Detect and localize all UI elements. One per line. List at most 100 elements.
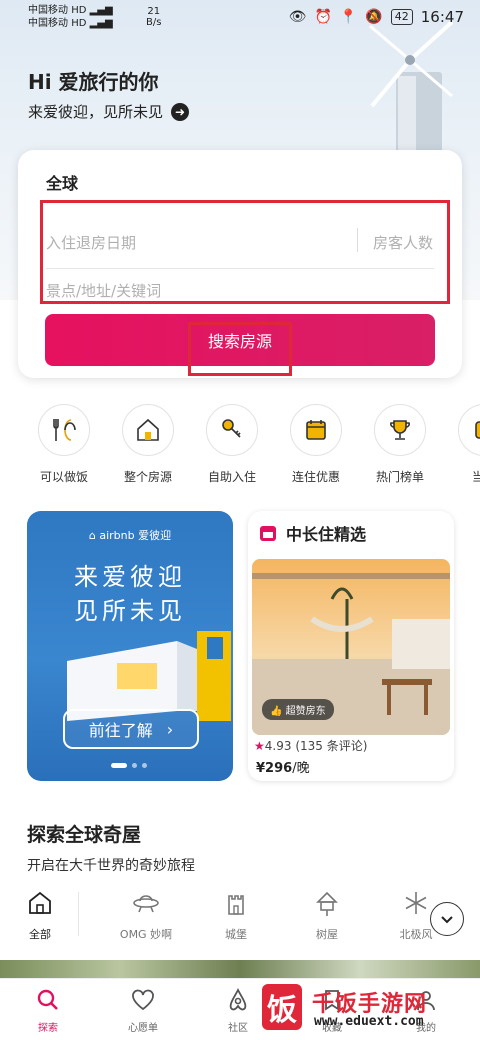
review-count: (135 条评论) — [295, 739, 368, 753]
snowflake-icon — [405, 892, 427, 914]
calendar-icon — [290, 404, 342, 456]
intro-link[interactable]: 来爱彼迎，见所未见 ➜ — [28, 101, 190, 122]
status-icons: 👁 ⏰ 📍 🔕 42 16:47 — [289, 8, 464, 26]
explore-tab-all[interactable]: 全部 — [0, 888, 80, 942]
learn-more-label: 前往了解 — [88, 721, 153, 740]
nav-label: 探索 — [38, 1023, 58, 1034]
search-icon — [37, 989, 58, 1010]
listing-preview-strip — [0, 960, 480, 978]
category-label: 整个房源 — [123, 470, 172, 484]
signal-icon: ▂▄▆ — [89, 5, 113, 16]
network-speed: 21 B/s — [146, 6, 161, 28]
hd-badge: HD — [71, 18, 87, 29]
chevron-right-icon: › — [166, 719, 174, 739]
explore-tab-treehouse[interactable]: 树屋 — [287, 888, 367, 942]
tab-divider — [78, 892, 79, 936]
carrier-1: 中国移动 — [28, 5, 68, 16]
ufo-icon — [133, 895, 159, 913]
nav-label: 社区 — [228, 1023, 248, 1034]
promo-brand: airbnb 爱彼迎 — [99, 529, 172, 542]
nav-wishlist[interactable]: 心愿单 — [113, 987, 173, 1034]
nav-explore[interactable]: 探索 — [18, 987, 78, 1034]
category-label: 热门榜单 — [375, 470, 424, 484]
category-top-list[interactable]: 热门榜单 — [358, 404, 442, 485]
nav-community[interactable]: 社区 — [208, 987, 268, 1034]
carousel-indicator — [111, 763, 147, 768]
promo-banner[interactable]: ⌂ airbnb 爱彼迎 来爱彼迎 见所未见 前往了解 › — [27, 511, 233, 781]
expand-tabs-button[interactable] — [430, 902, 464, 936]
long-stay-header: 中长住精选 — [258, 521, 366, 545]
carrier-info: 中国移动 HD ▂▄▆ 中国移动 HD ▂▄▆ — [28, 4, 113, 30]
price-value: ¥296 — [256, 761, 293, 776]
greeting-title: Hi 爱旅行的你 — [28, 70, 159, 94]
superhost-badge: 👍 超赞房东 — [262, 699, 334, 720]
category-label: 自助入住 — [207, 470, 256, 484]
windmill-illustration — [369, 20, 454, 160]
airbnb-home-screen: 中国移动 HD ▂▄▆ 中国移动 HD ▂▄▆ 21 B/s 👁 ⏰ 📍 🔕 4… — [0, 0, 480, 1040]
chevron-down-icon — [441, 916, 453, 924]
treehouse-icon — [316, 891, 338, 916]
long-stay-card[interactable]: 中长住精选 👍 超赞房东 ★4.93 (135 条评论) ¥296/晚 — [248, 511, 454, 781]
promo-headline-1: 来爱彼迎 — [74, 563, 186, 591]
listing-price: ¥296/晚 — [256, 757, 310, 776]
hd-badge: HD — [71, 5, 87, 16]
airbnb-brand-logo: ⌂ airbnb 爱彼迎 — [88, 529, 172, 542]
category-long-stay-discount[interactable]: 连住优惠 — [274, 404, 358, 485]
star-icon: ★ — [254, 739, 265, 753]
calendar-icon — [260, 526, 276, 541]
key-icon — [206, 404, 258, 456]
category-row: 可以做饭 整个房源 自助入住 连住优惠 热门榜单 当 — [22, 404, 480, 488]
carousel-dot — [132, 763, 137, 768]
explore-tab-label: OMG 妙啊 — [119, 928, 173, 941]
explore-tab-omg[interactable]: OMG 妙啊 — [106, 888, 186, 942]
battery-icon: 42 — [390, 9, 413, 25]
rating-value: 4.93 — [264, 739, 292, 753]
heart-icon — [132, 989, 154, 1011]
signal-icon: ▂▄▆ — [89, 18, 113, 29]
arrow-right-icon: ➜ — [171, 102, 190, 121]
local-icon — [458, 404, 480, 456]
explore-section-title: 探索全球奇屋 — [27, 824, 142, 846]
category-label: 可以做饭 — [39, 470, 88, 484]
airbnb-logo-icon — [229, 987, 247, 1011]
net-speed-unit: B/s — [146, 17, 162, 28]
superhost-label: 超赞房东 — [285, 706, 326, 717]
eye-icon: 👁 — [288, 9, 307, 25]
annotation-highlight-box — [40, 200, 450, 304]
house-icon — [122, 404, 174, 456]
mute-icon: 🔕 — [365, 9, 383, 25]
category-cooking[interactable]: 可以做饭 — [22, 404, 106, 485]
region-selector[interactable]: 全球 — [46, 170, 78, 194]
price-unit: /晚 — [292, 761, 310, 776]
explore-tab-label: 树屋 — [316, 928, 338, 941]
house-illustration — [67, 631, 231, 721]
category-label: 当地 — [471, 470, 480, 484]
explore-section-subtitle: 开启在大千世界的奇妙旅程 — [27, 858, 195, 874]
net-speed-value: 21 — [147, 6, 161, 17]
category-self-checkin[interactable]: 自助入住 — [190, 404, 274, 485]
explore-tab-label: 全部 — [29, 928, 51, 941]
status-bar: 中国移动 HD ▂▄▆ 中国移动 HD ▂▄▆ 21 B/s 👁 ⏰ 📍 🔕 4… — [0, 0, 480, 34]
category-label: 连住优惠 — [291, 470, 340, 484]
castle-icon — [228, 895, 244, 915]
explore-tabs: 全部 OMG 妙啊 城堡 树屋 北极风 — [0, 888, 480, 948]
carousel-dot — [142, 763, 147, 768]
alarm-icon: ⏰ — [314, 9, 332, 25]
watermark-badge: 饭 — [262, 984, 302, 1030]
listing-rating: ★4.93 (135 条评论) — [254, 737, 367, 754]
carousel-dot-active — [111, 763, 127, 768]
explore-tab-castle[interactable]: 城堡 — [196, 888, 276, 942]
cutlery-icon — [38, 404, 90, 456]
learn-more-button[interactable]: 前往了解 › — [63, 709, 199, 749]
promo-headline-2: 见所未见 — [74, 597, 186, 625]
long-stay-title: 中长住精选 — [286, 525, 367, 544]
category-entire-home[interactable]: 整个房源 — [106, 404, 190, 485]
annotation-highlight-box — [188, 322, 292, 376]
explore-tab-label: 城堡 — [225, 928, 247, 941]
site-watermark: 饭 千饭手游网 www.eduext.com — [262, 984, 472, 1036]
category-local[interactable]: 当地 — [442, 404, 480, 485]
trophy-icon — [374, 404, 426, 456]
house-outline-icon — [29, 891, 51, 914]
nav-label: 心愿单 — [128, 1023, 158, 1034]
carrier-2: 中国移动 — [28, 18, 68, 29]
